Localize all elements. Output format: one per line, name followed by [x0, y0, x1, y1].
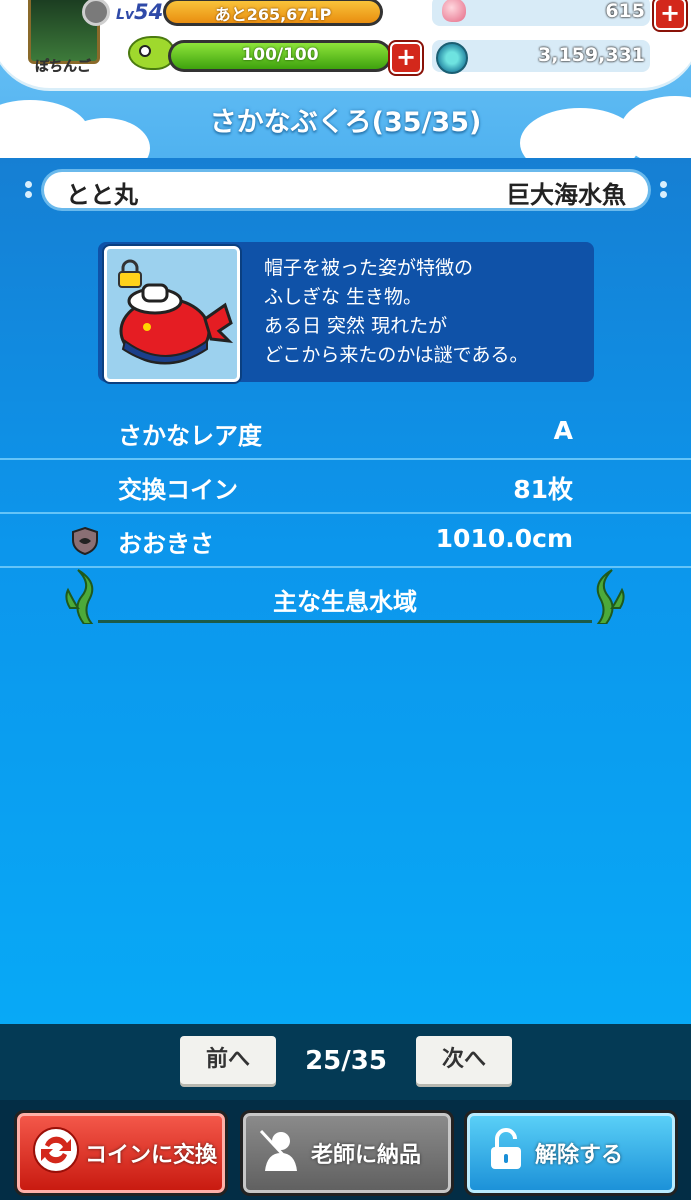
prev-button[interactable]: 前へ: [180, 1036, 276, 1084]
stat-label: おおきさ: [118, 530, 214, 558]
exchange-label: コインに交換: [85, 1143, 218, 1168]
level-badge: Lv54: [116, 0, 163, 24]
level-value: 54: [134, 0, 164, 24]
level-prefix: Lv: [116, 7, 135, 23]
habitat-title: 主な生息水域: [273, 588, 417, 616]
page-count: 25/35: [305, 1046, 387, 1076]
gem-plus-button[interactable]: +: [654, 0, 686, 30]
deliver-teacher-button[interactable]: 老師に納品: [240, 1110, 454, 1196]
gem-value: 615: [605, 0, 645, 22]
stat-row-size: おおきさ 1010.0cm: [0, 514, 691, 568]
fish-category: 巨大海水魚: [506, 181, 626, 209]
fish-name: とと丸: [66, 181, 138, 209]
fish-detail-panel: とと丸 巨大海水魚 帽子を被った姿が特徴の ふしぎな 生き物。 ある日 突然 現…: [0, 158, 691, 1024]
exp-remaining: あと265,671P: [214, 5, 332, 24]
gem-icon: [442, 0, 466, 22]
stamina-value: 100/100: [241, 45, 319, 65]
status-area: ぽちんご Lv54 あと265,671P 100/100 + 615 + 3,1…: [0, 0, 691, 158]
fish-description: 帽子を被った姿が特徴の ふしぎな 生き物。 ある日 突然 現れたが どこから来た…: [264, 257, 529, 366]
shield-icon: [72, 526, 98, 556]
fish-name-pill: とと丸 巨大海水魚: [44, 172, 648, 209]
stamina-bar: 100/100: [168, 40, 392, 72]
next-button[interactable]: 次へ: [416, 1036, 512, 1084]
screen-title: さかなぶくろ(35/35): [209, 107, 482, 138]
fish-info-card: 帽子を被った姿が特徴の ふしぎな 生き物。 ある日 突然 現れたが どこから来た…: [98, 242, 594, 382]
unlock-button[interactable]: 解除する: [464, 1110, 678, 1196]
player-name: ぽちんご: [35, 59, 91, 75]
seaweed-icon: [596, 569, 625, 624]
stat-label: 交換コイン: [118, 476, 238, 504]
stat-row-rarity: さかなレア度 A: [0, 406, 691, 460]
fish-eye: [139, 45, 151, 57]
pill-decoration-right: [657, 178, 669, 204]
unlock-icon: [491, 1128, 521, 1169]
stat-value: A: [553, 416, 573, 445]
stamina-plus-button[interactable]: +: [390, 42, 422, 74]
exp-bar: あと265,671P: [163, 0, 383, 26]
stat-value: 1010.0cm: [435, 524, 573, 553]
unlock-label: 解除する: [535, 1143, 624, 1168]
deliver-label: 老師に納品: [311, 1143, 422, 1168]
coin-value: 3,159,331: [538, 44, 645, 66]
stat-value: 81枚: [513, 475, 573, 504]
coin-icon: [436, 42, 468, 74]
habitat-underline: [98, 620, 592, 623]
stat-label: さかなレア度: [118, 422, 262, 450]
lock-icon: [118, 259, 142, 288]
exchange-icon: [33, 1127, 79, 1173]
pager: 前へ 25/35 次へ: [0, 1024, 691, 1108]
action-bar: コインに交換 老師に納品 解除する: [0, 1100, 691, 1200]
stat-row-coins: 交換コイン 81枚: [0, 460, 691, 514]
fish-image: [104, 246, 240, 382]
exchange-coin-button[interactable]: コインに交換: [14, 1110, 228, 1196]
habitat-header: 主な生息水域: [64, 568, 626, 624]
fisherman-icon: [259, 1129, 297, 1171]
pill-decoration-left: [22, 178, 34, 204]
